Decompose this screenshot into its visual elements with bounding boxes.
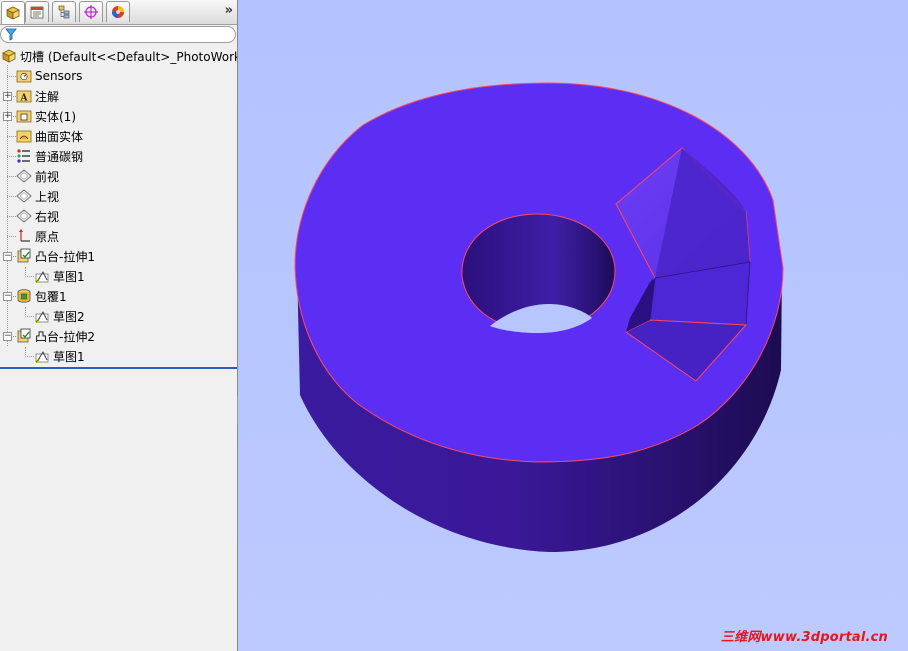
tree-item-label: 包覆1	[35, 289, 67, 304]
tree-root-label: 切槽 (Default<<Default>_PhotoWorks	[20, 49, 237, 64]
tree-item[interactable]: Sensors	[0, 66, 237, 86]
tree-item[interactable]: − 凸台-拉伸2	[0, 326, 237, 346]
expand-toggle[interactable]: +	[3, 92, 12, 101]
tree-item-label: 凸台-拉伸1	[35, 249, 95, 264]
tree-item[interactable]: 草图1	[0, 346, 237, 366]
tab-property-manager[interactable]	[25, 1, 49, 22]
tree-item[interactable]: 原点	[0, 226, 237, 246]
tree-item-label: 注解	[35, 89, 60, 104]
sketch-icon	[35, 311, 49, 323]
part-icon	[2, 49, 16, 63]
feature-tree-icon	[6, 6, 20, 20]
feature-manager-panel: » 切槽 (Default<<Default>_PhotoWorks Senso…	[0, 0, 238, 651]
tab-feature-manager[interactable]	[1, 1, 25, 24]
tree-item-label: 原点	[35, 229, 60, 244]
tab-configuration-manager[interactable]	[52, 1, 76, 22]
collapse-toggle[interactable]: −	[3, 292, 12, 301]
tree-connector	[7, 216, 16, 217]
sketch-icon	[35, 351, 49, 363]
plane-icon	[16, 169, 32, 183]
appearance-sphere-icon	[112, 6, 124, 18]
tree-item-label: 草图1	[53, 349, 85, 364]
tree-connector	[25, 276, 34, 277]
tab-display-manager[interactable]	[106, 1, 130, 22]
property-sheet-icon	[30, 6, 44, 19]
tree-connector	[25, 316, 34, 317]
tree-item[interactable]: − 包覆1	[0, 286, 237, 306]
wrap-feature-icon	[17, 289, 31, 303]
tree-item[interactable]: 普通碳钢	[0, 146, 237, 166]
tree-item-label: 曲面实体	[35, 129, 84, 144]
svg-text:A: A	[20, 94, 29, 104]
material-icon	[17, 149, 30, 163]
tree-root-part[interactable]: 切槽 (Default<<Default>_PhotoWorks	[0, 46, 237, 66]
manager-tabs: »	[0, 0, 237, 25]
tree-item[interactable]: + 实体(1)	[0, 106, 237, 126]
annotations-folder-icon: A	[16, 90, 32, 104]
tree-item-label: 草图2	[53, 309, 85, 324]
tree-item[interactable]: 草图2	[0, 306, 237, 326]
sensors-folder-icon	[16, 70, 32, 83]
tree-connector	[7, 156, 16, 157]
tree-item-label: 实体(1)	[35, 109, 76, 124]
feature-tree: 切槽 (Default<<Default>_PhotoWorks Sensors…	[0, 45, 237, 368]
tree-item[interactable]: 上视	[0, 186, 237, 206]
plane-icon	[16, 209, 32, 223]
more-tabs-button[interactable]: »	[225, 3, 233, 18]
tab-dimxpert[interactable]	[79, 1, 103, 22]
collapse-toggle[interactable]: −	[3, 252, 12, 261]
tree-connector	[7, 76, 16, 77]
tree-connector	[7, 176, 16, 177]
tree-connector	[7, 196, 16, 197]
boss-extrude-icon	[17, 248, 31, 263]
tree-item[interactable]: + A 注解	[0, 86, 237, 106]
tree-item[interactable]: 曲面实体	[0, 126, 237, 146]
tree-connector	[7, 136, 16, 137]
tree-item-label: 草图1	[53, 269, 85, 284]
tree-item[interactable]: 右视	[0, 206, 237, 226]
collapse-toggle[interactable]: −	[3, 332, 12, 341]
surface-bodies-folder-icon	[16, 130, 32, 143]
origin-icon	[19, 229, 30, 242]
graphics-viewport[interactable]: 三维网www.3dportal.cn	[238, 0, 908, 651]
tree-connector	[25, 356, 34, 357]
tree-item[interactable]: 草图1	[0, 266, 237, 286]
tree-item-label: 凸台-拉伸2	[35, 329, 95, 344]
boss-extrude-icon	[17, 328, 31, 343]
tree-item-label: 普通碳钢	[35, 149, 84, 164]
tree-connector	[7, 236, 16, 237]
expand-toggle[interactable]: +	[3, 112, 12, 121]
tree-item[interactable]: − 凸台-拉伸1	[0, 246, 237, 266]
filter-funnel-icon	[5, 28, 17, 41]
tree-item-label: 上视	[35, 189, 60, 204]
rollback-bar[interactable]	[0, 367, 237, 369]
crosshair-target-icon	[84, 5, 98, 19]
plane-icon	[16, 189, 32, 203]
watermark-text: 三维网www.3dportal.cn	[720, 630, 888, 645]
sketch-icon	[35, 271, 49, 283]
tree-item-label: 右视	[35, 209, 60, 224]
tree-item-label: Sensors	[35, 69, 83, 83]
tree-item[interactable]: 前视	[0, 166, 237, 186]
solid-bodies-folder-icon	[16, 110, 32, 123]
tree-item-label: 前视	[35, 169, 60, 184]
model-view	[294, 82, 784, 552]
configuration-icon	[58, 5, 70, 19]
tree-filter-input[interactable]	[0, 26, 236, 43]
